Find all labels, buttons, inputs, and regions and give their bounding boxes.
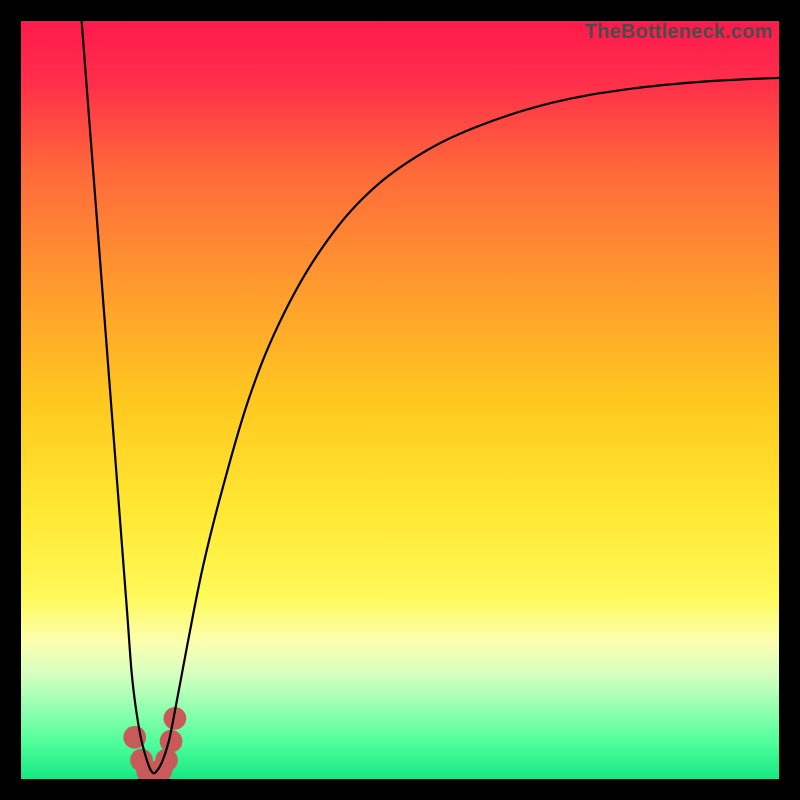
plot-area: TheBottleneck.com [21,21,779,779]
bottleneck-chart [21,21,779,779]
watermark-text: TheBottleneck.com [585,21,773,44]
chart-frame: TheBottleneck.com [0,0,800,800]
gradient-background [21,21,779,779]
